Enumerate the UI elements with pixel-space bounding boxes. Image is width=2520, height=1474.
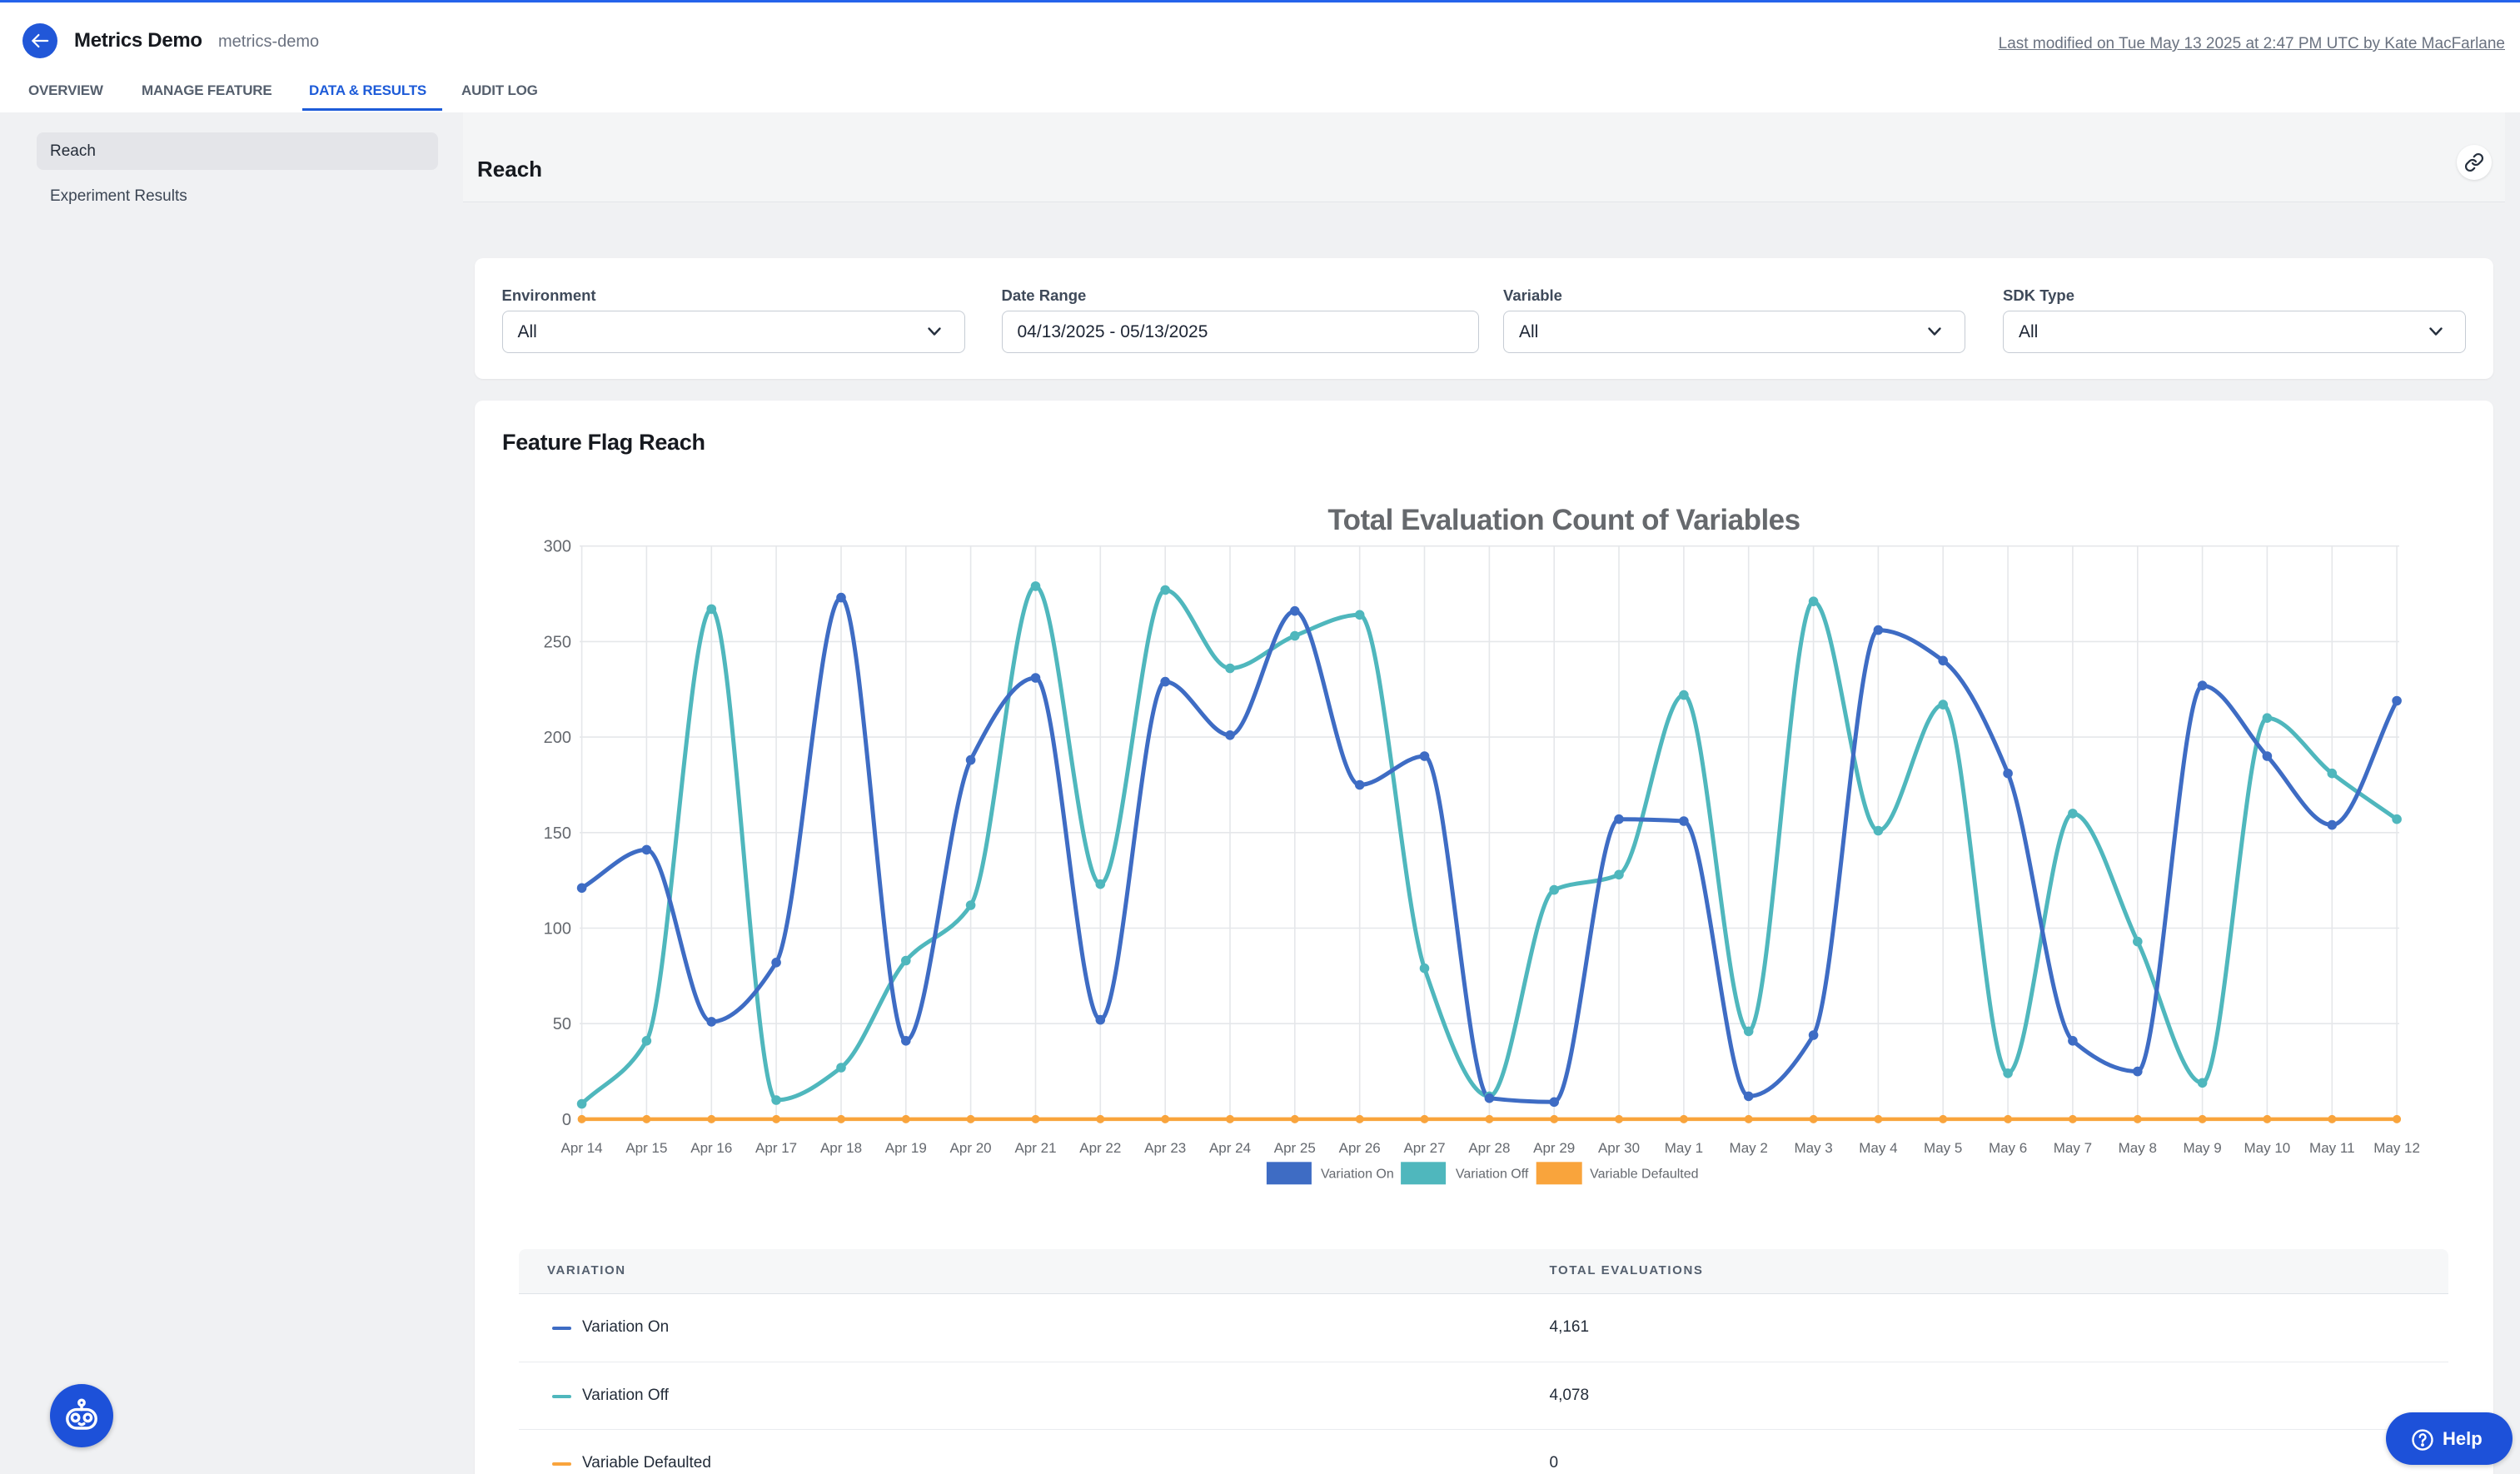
svg-text:May 9: May 9 <box>2183 1140 2221 1156</box>
svg-text:Apr 28: Apr 28 <box>1468 1140 1510 1156</box>
svg-text:May 8: May 8 <box>2119 1140 2157 1156</box>
svg-text:Apr 14: Apr 14 <box>561 1140 603 1156</box>
svg-text:Variation On: Variation On <box>1321 1168 1394 1182</box>
svg-text:May 2: May 2 <box>1730 1140 1768 1156</box>
svg-text:150: 150 <box>544 824 571 843</box>
svg-text:100: 100 <box>544 920 571 939</box>
svg-text:May 1: May 1 <box>1665 1140 1703 1156</box>
svg-text:May 3: May 3 <box>1794 1140 1832 1156</box>
svg-text:Apr 26: Apr 26 <box>1339 1140 1381 1156</box>
svg-text:Apr 20: Apr 20 <box>950 1140 992 1156</box>
svg-text:Apr 16: Apr 16 <box>690 1140 732 1156</box>
svg-text:Apr 30: Apr 30 <box>1598 1140 1640 1156</box>
svg-text:Apr 22: Apr 22 <box>1079 1140 1121 1156</box>
svg-text:Variable Defaulted: Variable Defaulted <box>1590 1168 1698 1182</box>
svg-text:May 6: May 6 <box>1989 1140 2027 1156</box>
svg-text:300: 300 <box>544 538 571 556</box>
svg-text:Apr 25: Apr 25 <box>1274 1140 1316 1156</box>
svg-text:Apr 19: Apr 19 <box>885 1140 927 1156</box>
svg-text:Apr 29: Apr 29 <box>1533 1140 1575 1156</box>
svg-text:Apr 24: Apr 24 <box>1209 1140 1251 1156</box>
svg-text:Apr 15: Apr 15 <box>625 1140 667 1156</box>
svg-text:Total Evaluation Count of Vari: Total Evaluation Count of Variables <box>1327 504 1800 536</box>
svg-text:Apr 27: Apr 27 <box>1403 1140 1445 1156</box>
svg-text:May 4: May 4 <box>1859 1140 1897 1156</box>
svg-text:Apr 17: Apr 17 <box>755 1140 797 1156</box>
svg-text:Apr 18: Apr 18 <box>820 1140 862 1156</box>
svg-text:Variation Off: Variation Off <box>1456 1168 1529 1182</box>
svg-text:Apr 21: Apr 21 <box>1014 1140 1056 1156</box>
svg-text:May 10: May 10 <box>2244 1140 2291 1156</box>
svg-text:200: 200 <box>544 729 571 747</box>
svg-text:0: 0 <box>562 1111 571 1129</box>
svg-text:50: 50 <box>553 1015 571 1033</box>
svg-text:250: 250 <box>544 633 571 651</box>
svg-text:May 7: May 7 <box>2054 1140 2092 1156</box>
svg-text:May 5: May 5 <box>1924 1140 1962 1156</box>
svg-text:May 12: May 12 <box>2373 1140 2420 1156</box>
svg-text:May 11: May 11 <box>2309 1140 2355 1156</box>
svg-text:Apr 23: Apr 23 <box>1144 1140 1186 1156</box>
